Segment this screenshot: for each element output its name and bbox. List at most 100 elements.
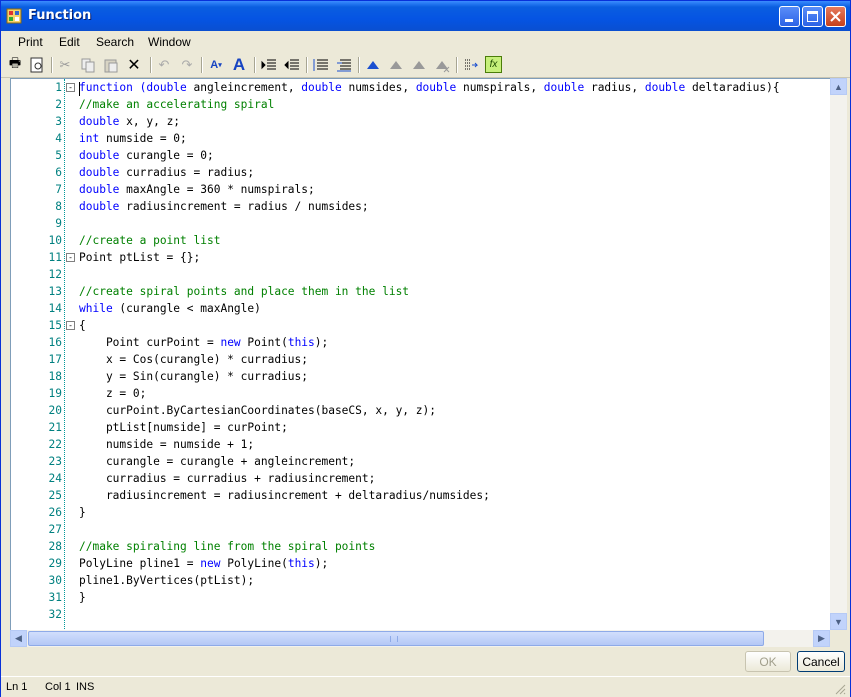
scroll-left-icon[interactable]: ◀ [10, 630, 27, 647]
keyword-token: double [415, 81, 457, 94]
code-line[interactable]: 11- Point ptList = {}; [11, 249, 831, 266]
line-number: 31 [48, 591, 62, 604]
code-text: x = Cos(curangle) * curradius; [79, 351, 308, 368]
code-line[interactable]: 32 [11, 606, 831, 623]
code-line[interactable]: 3 double x, y, z; [11, 113, 831, 130]
minimize-button[interactable] [779, 6, 800, 27]
keyword-token: double [301, 81, 342, 94]
code-text: double radiusincrement = radius / numsid… [79, 198, 369, 215]
close-button[interactable] [825, 6, 846, 27]
menu-window[interactable]: Window [148, 35, 191, 49]
code-line[interactable]: 1- function (double angleincrement, doubl… [11, 79, 831, 96]
code-line[interactable]: 20 curPoint.ByCartesianCoordinates(baseC… [11, 402, 831, 419]
goto-line-icon[interactable] [462, 56, 480, 74]
horizontal-scrollbar[interactable]: ◀ ▶ [10, 630, 830, 647]
code-line[interactable]: 5 double curangle = 0; [11, 147, 831, 164]
comment-token: //make spiraling line from the spiral po… [79, 540, 376, 553]
code-line[interactable]: 9 [11, 215, 831, 232]
toolbar: 🖶 ✂ ✕ ↶ ↷ A ▾ A fx [1, 53, 850, 78]
resize-grip-icon[interactable] [834, 683, 846, 695]
clear-bookmarks-icon[interactable] [433, 56, 451, 74]
indent-icon[interactable] [260, 56, 278, 74]
paste-icon[interactable] [102, 56, 120, 74]
code-token: curangle = 0; [119, 149, 214, 162]
code-line[interactable]: 14 while (curangle < maxAngle) [11, 300, 831, 317]
code-line[interactable]: 18 y = Sin(curangle) * curradius; [11, 368, 831, 385]
cut-icon[interactable]: ✂ [56, 56, 74, 74]
fold-toggle-icon[interactable]: - [66, 83, 75, 92]
increase-font-icon[interactable]: A [230, 55, 248, 74]
scroll-up-icon[interactable]: ▲ [830, 78, 847, 95]
fold-toggle-icon[interactable]: - [66, 321, 75, 330]
maximize-button[interactable] [802, 6, 823, 27]
copy-icon[interactable] [79, 56, 97, 74]
code-line[interactable]: 15-{ [11, 317, 831, 334]
code-line[interactable]: 17 x = Cos(curangle) * curradius; [11, 351, 831, 368]
code-token: PolyLine pline1 = [79, 557, 201, 570]
redo-icon[interactable]: ↷ [178, 56, 196, 74]
code-line[interactable]: 2 //make an accelerating spiral [11, 96, 831, 113]
line-number: 3 [55, 115, 62, 128]
code-line[interactable]: 30 pline1.ByVertices(ptList); [11, 572, 831, 589]
fold-toggle-icon[interactable]: - [66, 253, 75, 262]
ok-button[interactable]: OK [745, 651, 791, 672]
bookmark-icon[interactable] [364, 56, 382, 74]
code-line[interactable]: 6 double curradius = radius; [11, 164, 831, 181]
code-line[interactable]: 23 curangle = curangle + angleincrement; [11, 453, 831, 470]
app-icon [6, 8, 22, 24]
line-number: 14 [48, 302, 62, 315]
menu-print[interactable]: Print [18, 35, 43, 49]
insert-function-icon[interactable]: fx [485, 56, 502, 73]
print-icon[interactable]: 🖶 [6, 55, 24, 74]
code-token: curradius = curradius + radiusincrement; [79, 472, 376, 485]
cancel-button[interactable]: Cancel [797, 651, 845, 672]
code-text: curangle = curangle + angleincrement; [79, 453, 355, 470]
code-line[interactable]: 31} [11, 589, 831, 606]
vertical-scrollbar[interactable]: ▲ ▼ [830, 78, 847, 630]
code-text: pline1.ByVertices(ptList); [79, 572, 254, 589]
line-number: 1 [55, 81, 62, 94]
code-text: } [79, 504, 86, 521]
code-line[interactable]: 25 radiusincrement = radiusincrement + d… [11, 487, 831, 504]
comment-icon[interactable] [312, 56, 330, 74]
title-bar[interactable]: Function [1, 1, 850, 31]
code-token: } [79, 591, 86, 604]
code-line[interactable]: 16 Point curPoint = new Point(this); [11, 334, 831, 351]
code-text: curPoint.ByCartesianCoordinates(baseCS, … [79, 402, 436, 419]
decrease-font-icon[interactable]: A ▾ [207, 56, 225, 74]
code-text: //make an accelerating spiral [79, 96, 274, 113]
horizontal-scroll-thumb[interactable] [28, 631, 764, 646]
uncomment-icon[interactable] [335, 56, 353, 74]
code-line[interactable]: 7 double maxAngle = 360 * numspirals; [11, 181, 831, 198]
line-number: 21 [48, 421, 62, 434]
code-line[interactable]: 19 z = 0; [11, 385, 831, 402]
code-line[interactable]: 26} [11, 504, 831, 521]
code-line[interactable]: 8 double radiusincrement = radius / numsi… [11, 198, 831, 215]
code-line[interactable]: 10 //create a point list [11, 232, 831, 249]
outdent-icon[interactable] [283, 56, 301, 74]
code-token: { [79, 319, 86, 332]
code-line[interactable]: 24 curradius = curradius + radiusincreme… [11, 470, 831, 487]
code-line[interactable]: 21 ptList[numside] = curPoint; [11, 419, 831, 436]
line-number: 13 [48, 285, 62, 298]
menu-search[interactable]: Search [96, 35, 134, 49]
menu-edit[interactable]: Edit [59, 35, 80, 49]
code-line[interactable]: 28 //make spiraling line from the spiral … [11, 538, 831, 555]
scroll-down-icon[interactable]: ▼ [830, 613, 847, 630]
code-line[interactable]: 12 [11, 266, 831, 283]
code-line[interactable]: 29 PolyLine pline1 = new PolyLine(this); [11, 555, 831, 572]
code-text: y = Sin(curangle) * curradius; [79, 368, 308, 385]
delete-icon[interactable]: ✕ [125, 56, 143, 74]
prev-bookmark-icon[interactable] [410, 56, 428, 74]
next-bookmark-icon[interactable] [387, 56, 405, 74]
code-token: numside = numside + 1; [79, 438, 255, 451]
code-line[interactable]: 13 //create spiral points and place them … [11, 283, 831, 300]
code-token: curPoint.ByCartesianCoordinates(baseCS, … [79, 404, 436, 417]
undo-icon[interactable]: ↶ [155, 56, 173, 74]
code-editor[interactable]: 1- function (double angleincrement, doubl… [10, 78, 831, 632]
print-preview-icon[interactable] [28, 56, 46, 74]
code-line[interactable]: 27 [11, 521, 831, 538]
scroll-right-icon[interactable]: ▶ [813, 630, 830, 647]
code-line[interactable]: 4 int numside = 0; [11, 130, 831, 147]
code-line[interactable]: 22 numside = numside + 1; [11, 436, 831, 453]
